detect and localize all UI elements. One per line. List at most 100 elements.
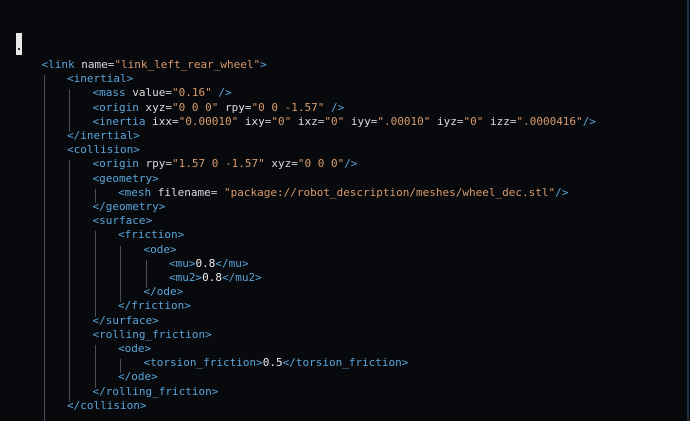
code-token: = — [165, 86, 172, 100]
indent-guide — [145, 259, 147, 289]
code-token: </rolling_friction> — [92, 384, 219, 398]
code-token: ixx — [152, 114, 172, 128]
code-token: </friction> — [118, 299, 191, 313]
text-cursor — [16, 33, 22, 55]
code-token: "0" — [271, 114, 292, 128]
code-line: <friction> — [118, 228, 184, 242]
code-token: <mu2> — [169, 271, 203, 284]
code-token: <link — [41, 58, 82, 71]
code-line: </ode> — [118, 370, 158, 384]
code-token: ".00010" — [377, 114, 431, 128]
cursor-dot — [18, 48, 20, 50]
code-token: > — [260, 58, 267, 71]
code-token: filename — [157, 185, 211, 199]
code-line: <inertial> — [67, 72, 133, 86]
code-line: <torsion_friction>0.5</torsion_friction> — [144, 356, 409, 370]
code-line: <surface> — [93, 214, 153, 228]
code-line: <mu>0.8</mu> — [169, 257, 249, 271]
code-token: 0.8 — [202, 271, 222, 284]
code-line: </surface> — [93, 314, 159, 328]
code-token: /> — [582, 114, 596, 128]
code-token: "0" — [463, 114, 484, 128]
code-token: </ode> — [118, 370, 158, 384]
code-editor[interactable]: <link name="link_left_rear_wheel"> <inert… — [0, 0, 690, 421]
code-line: <ode> — [144, 243, 177, 257]
code-line: <mu2>0.8</mu2> — [169, 271, 262, 285]
code-token: = — [165, 157, 172, 171]
code-line: <origin xyz="0 0 0" rpy="0 0 -1.57" /> — [93, 101, 345, 115]
code-token: <ode> — [143, 242, 177, 256]
code-token: <inertia — [92, 114, 153, 128]
code-token: <geometry> — [92, 171, 159, 185]
code-line: <ode> — [118, 342, 151, 356]
code-token: </torsion_friction> — [282, 356, 409, 370]
code-line: </geometry> — [93, 200, 166, 214]
code-token: </mu2> — [222, 271, 262, 284]
code-token: "0 0 -1.57" — [251, 100, 325, 114]
code-line: <link name="link_left_rear_wheel"> — [42, 58, 267, 72]
code-line: <geometry> — [93, 172, 159, 186]
code-token: izz — [483, 114, 510, 128]
code-token: "1.57 0 -1.57" — [171, 157, 265, 171]
code-token: </surface> — [92, 313, 159, 327]
code-token: "0.16" — [172, 86, 212, 100]
code-token: <origin — [92, 100, 146, 114]
code-token: /> — [211, 86, 232, 100]
editor-top-edge — [0, 0, 690, 6]
code-token: rpy — [224, 100, 245, 114]
code-token: /> — [555, 185, 569, 199]
code-token: <surface> — [92, 214, 153, 228]
code-token: "0" — [324, 114, 345, 128]
code-token: ixy — [238, 114, 265, 128]
code-token: <origin — [92, 157, 146, 171]
indent-guide — [69, 89, 70, 132]
code-token: xyz — [264, 157, 292, 171]
code-token: 0.8 — [195, 256, 216, 270]
code-line: <origin rpy="1.57 0 -1.57" xyz="0 0 0"/> — [93, 157, 358, 171]
code-token: xyz — [145, 100, 166, 114]
code-token: = — [165, 100, 172, 114]
indent-guide — [94, 231, 96, 317]
editor-right-border — [687, 0, 689, 421]
code-line: <mesh filename= "package://robot_descrip… — [118, 186, 568, 200]
code-token: /> — [344, 157, 358, 171]
code-token: = — [210, 185, 224, 199]
code-token: </collision> — [67, 398, 147, 412]
code-token: "0 0 0" — [171, 100, 219, 114]
code-token: ".0000416" — [516, 114, 583, 128]
indent-guide — [120, 245, 121, 303]
code-token: name — [81, 58, 108, 71]
code-line: </collision> — [67, 399, 146, 413]
code-line: </friction> — [118, 299, 191, 313]
code-token: <rolling_friction> — [92, 327, 212, 341]
code-token: iyz — [430, 114, 457, 128]
code-token: </geometry> — [92, 200, 166, 213]
code-token: <inertial> — [67, 72, 134, 86]
code-token: "package://robot_description/meshes/whee… — [223, 185, 556, 199]
code-line: </inertial> — [67, 129, 140, 143]
code-token: rpy — [145, 157, 166, 171]
indent-guide — [69, 160, 70, 402]
code-token: "0 0 0" — [297, 157, 345, 171]
code-line: </ode> — [144, 285, 184, 299]
code-token: = — [291, 157, 298, 171]
code-token: <torsion_friction> — [143, 356, 263, 370]
code-line: <mass value="0.16" /> — [93, 86, 232, 100]
code-token: <ode> — [118, 342, 152, 355]
code-token: 0.5 — [262, 356, 283, 370]
code-token: </inertial> — [67, 129, 140, 142]
indent-guide — [94, 345, 96, 388]
code-token: <mesh — [118, 185, 158, 199]
indent-guide — [43, 75, 45, 421]
code-token: </mu> — [215, 256, 249, 270]
code-line: <inertia ixx="0.00010" ixy="0" ixz="0" i… — [93, 115, 596, 129]
code-token: <collision> — [67, 143, 140, 157]
code-token: ixz — [291, 114, 318, 128]
code-token: "link_left_rear_wheel" — [114, 58, 261, 71]
code-token: "0.00010" — [178, 114, 239, 128]
code-line: <collision> — [67, 143, 140, 157]
code-token: value — [132, 86, 166, 100]
code-token: <mu> — [169, 256, 196, 270]
code-token: <mass — [92, 86, 133, 100]
